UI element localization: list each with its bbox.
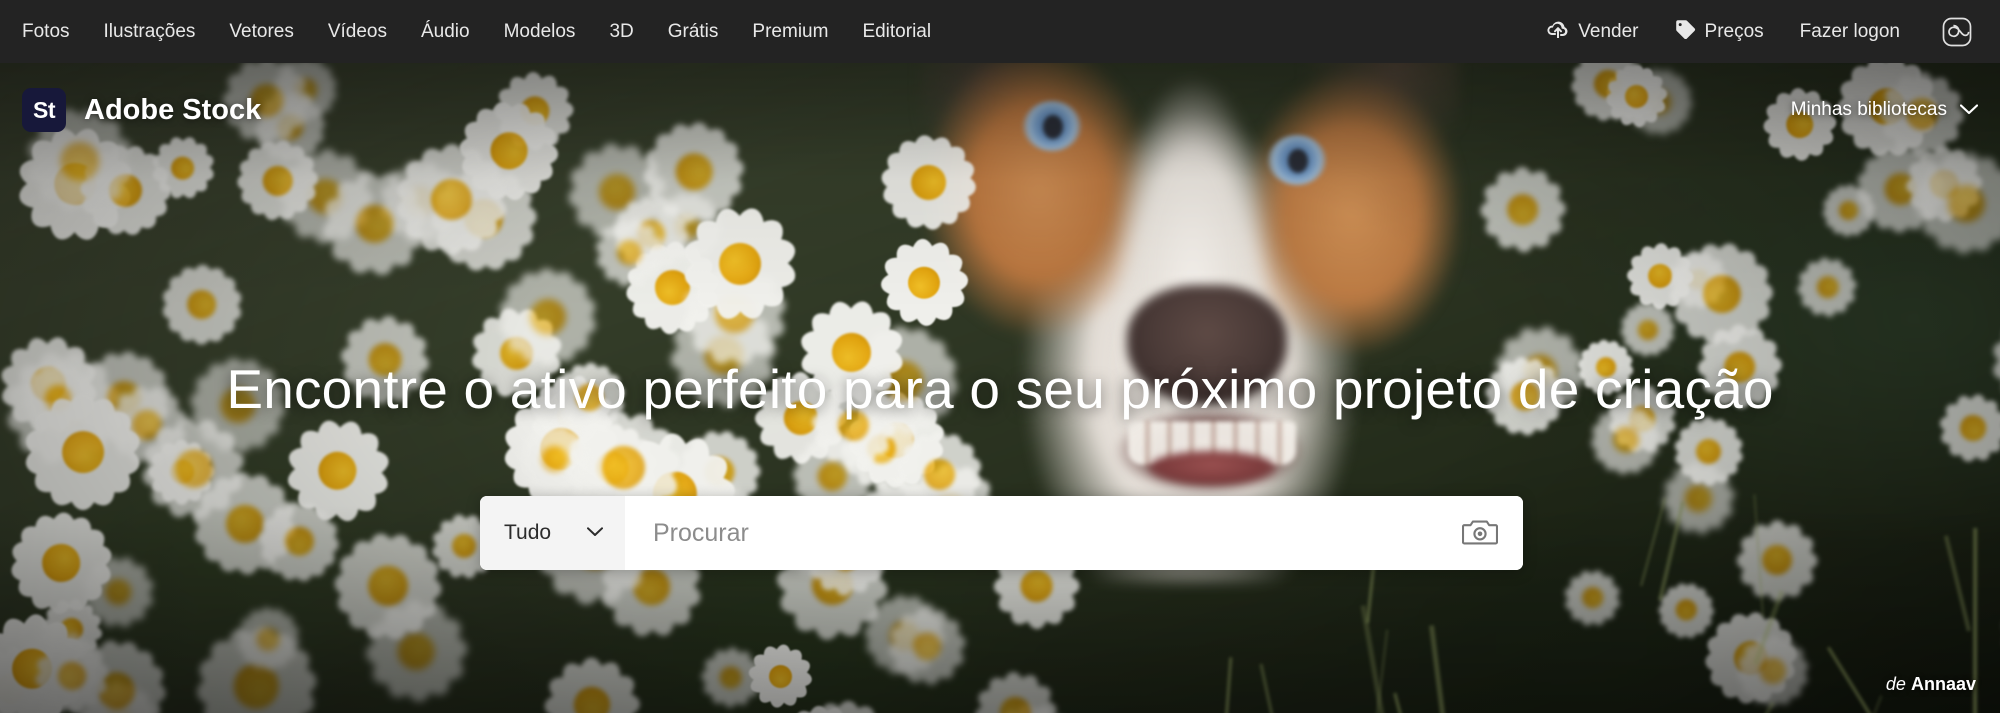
- hero-headline: Encontre o ativo perfeito para o seu pró…: [226, 358, 1774, 420]
- sign-in-label: Fazer logon: [1799, 20, 1900, 42]
- adobe-stock-homepage: Fotos Ilustrações Vetores Vídeos Áudio M…: [0, 0, 2000, 713]
- search-filter-dropdown[interactable]: Tudo: [480, 496, 625, 570]
- visual-search-button[interactable]: [1437, 496, 1523, 570]
- chevron-down-icon: [587, 524, 603, 542]
- account-nav: Vender Preços Fazer logon: [1529, 15, 2000, 49]
- category-nav: Fotos Ilustrações Vetores Vídeos Áudio M…: [0, 0, 948, 63]
- hero-section: St Adobe Stock Minhas bibliotecas Encont…: [0, 63, 2000, 713]
- nav-item-audio[interactable]: Áudio: [404, 0, 487, 63]
- nav-item-fotos[interactable]: Fotos: [22, 0, 87, 63]
- pricing-link[interactable]: Preços: [1657, 19, 1782, 45]
- pricing-label: Preços: [1704, 20, 1764, 42]
- nav-item-modelos[interactable]: Modelos: [487, 0, 593, 63]
- top-navigation-bar: Fotos Ilustrações Vetores Vídeos Áudio M…: [0, 0, 2000, 63]
- nav-item-vetores[interactable]: Vetores: [212, 0, 310, 63]
- nav-item-3d[interactable]: 3D: [592, 0, 650, 63]
- search-input[interactable]: [625, 496, 1437, 570]
- chevron-down-icon: [1959, 99, 1979, 121]
- brand-name: Adobe Stock: [84, 93, 262, 126]
- nav-item-editorial[interactable]: Editorial: [845, 0, 948, 63]
- nav-item-premium[interactable]: Premium: [735, 0, 845, 63]
- sell-link[interactable]: Vender: [1529, 20, 1656, 44]
- sell-label: Vender: [1578, 20, 1639, 42]
- nav-item-videos[interactable]: Vídeos: [311, 0, 404, 63]
- sign-in-link[interactable]: Fazer logon: [1782, 21, 1918, 43]
- nav-item-ilustracoes[interactable]: Ilustrações: [87, 0, 213, 63]
- camera-icon: [1461, 517, 1499, 550]
- credit-author: Annaav: [1910, 674, 1976, 694]
- adobe-stock-logo[interactable]: St Adobe Stock: [22, 88, 261, 132]
- photo-credit: de Annaav: [1886, 674, 1976, 695]
- my-libraries-label: Minhas bibliotecas: [1790, 99, 1947, 120]
- search-filter-label: Tudo: [504, 521, 552, 544]
- price-tag-icon: [1675, 19, 1696, 45]
- search-bar: Tudo: [480, 496, 1523, 570]
- stock-badge-icon: St: [22, 88, 66, 132]
- nav-item-gratis[interactable]: Grátis: [651, 0, 736, 63]
- credit-prefix: de: [1885, 674, 1906, 694]
- creative-cloud-icon[interactable]: [1918, 15, 1978, 49]
- brand-row: St Adobe Stock Minhas bibliotecas: [0, 88, 2000, 132]
- cloud-upload-icon: [1547, 20, 1569, 44]
- my-libraries-button[interactable]: Minhas bibliotecas: [1790, 99, 1979, 121]
